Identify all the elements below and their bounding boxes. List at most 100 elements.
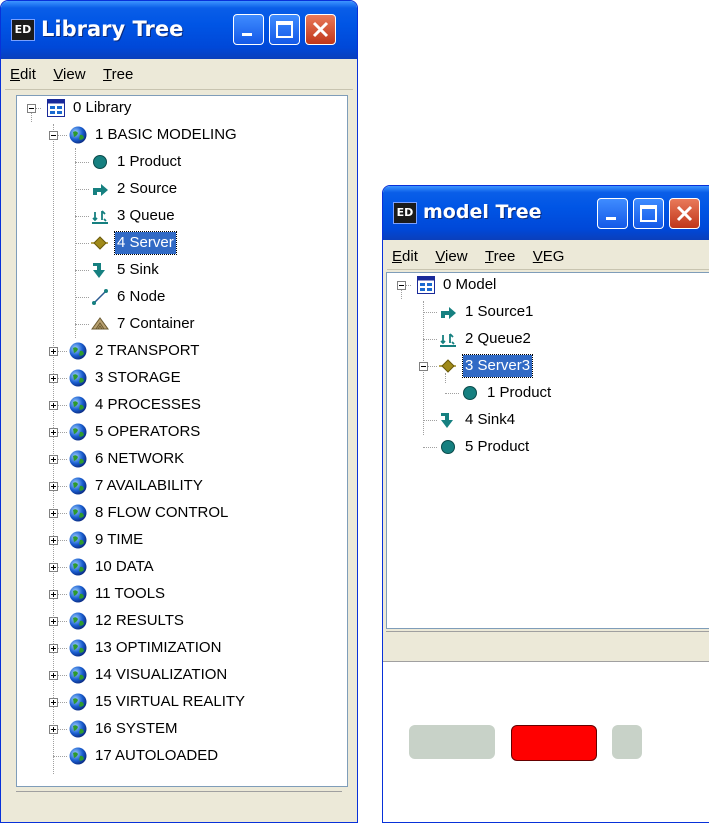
globe-icon bbox=[69, 126, 87, 144]
tree-connector-line bbox=[75, 297, 89, 298]
source-icon bbox=[91, 180, 109, 198]
globe-icon bbox=[69, 423, 87, 441]
expand-expander[interactable] bbox=[49, 671, 58, 680]
tree-node-label: 1 Product bbox=[487, 384, 552, 401]
tree-node-label: 11 TOOLS bbox=[95, 585, 166, 602]
tree-node-label: 0 Model bbox=[443, 276, 497, 293]
expand-expander[interactable] bbox=[49, 455, 58, 464]
menu-bar: Edit View Tree bbox=[5, 61, 353, 90]
tree-node-label: 4 Server bbox=[114, 231, 177, 255]
expand-expander[interactable] bbox=[49, 374, 58, 383]
model-preview-canvas[interactable] bbox=[383, 661, 709, 822]
expand-expander[interactable] bbox=[49, 617, 58, 626]
product-icon bbox=[461, 384, 479, 402]
queue-icon bbox=[439, 330, 457, 348]
tree-node-label: 14 VISUALIZATION bbox=[95, 666, 228, 683]
tree-node-label: 3 Server3 bbox=[461, 354, 534, 378]
collapse-expander[interactable] bbox=[419, 362, 428, 371]
minimize-icon bbox=[606, 217, 616, 220]
globe-icon bbox=[69, 477, 87, 495]
close-icon bbox=[676, 205, 693, 222]
tree-node-label: 9 TIME bbox=[95, 531, 144, 548]
tree-node-label: 17 AUTOLOADED bbox=[95, 747, 219, 764]
app-icon[interactable]: ED bbox=[393, 202, 417, 224]
container-icon bbox=[91, 315, 109, 333]
maximize-button[interactable] bbox=[633, 198, 664, 229]
globe-icon bbox=[69, 396, 87, 414]
tree-connector-line bbox=[75, 216, 89, 217]
tree-node-label: 1 Product bbox=[117, 153, 182, 170]
minimize-icon bbox=[242, 33, 252, 36]
tree-node-label: 8 FLOW CONTROL bbox=[95, 504, 229, 521]
maximize-button[interactable] bbox=[269, 14, 300, 45]
tree-connector-line bbox=[423, 420, 437, 421]
tree-node-label: 13 OPTIMIZATION bbox=[95, 639, 222, 656]
tree-connector-line bbox=[423, 339, 437, 340]
server-icon bbox=[91, 234, 109, 252]
close-button[interactable] bbox=[305, 14, 336, 45]
expand-expander[interactable] bbox=[49, 644, 58, 653]
model-tree-view[interactable]: 0 Model 1 Source1 2 Queue2 3 Server3 1 Produ… bbox=[386, 272, 709, 629]
globe-icon bbox=[69, 612, 87, 630]
preview-block-gray-partial[interactable] bbox=[612, 725, 642, 759]
globe-icon bbox=[69, 369, 87, 387]
menu-view[interactable]: View bbox=[48, 61, 93, 83]
globe-icon bbox=[69, 558, 87, 576]
tree-node-label: 5 OPERATORS bbox=[95, 423, 201, 440]
collapse-library-expander[interactable] bbox=[27, 104, 36, 113]
expand-expander[interactable] bbox=[49, 725, 58, 734]
tree-node-label: 6 Node bbox=[117, 288, 166, 305]
close-button[interactable] bbox=[669, 198, 700, 229]
node-icon bbox=[91, 288, 109, 306]
expand-expander[interactable] bbox=[49, 509, 58, 518]
tree-connector-line bbox=[423, 447, 437, 448]
menu-edit[interactable]: Edit bbox=[387, 243, 426, 265]
sink-icon bbox=[439, 411, 457, 429]
minimize-button[interactable] bbox=[597, 198, 628, 229]
expand-expander[interactable] bbox=[49, 347, 58, 356]
preview-block-gray[interactable] bbox=[409, 725, 495, 759]
library-icon bbox=[417, 276, 435, 294]
expand-expander[interactable] bbox=[49, 536, 58, 545]
menu-veg[interactable]: VEG bbox=[528, 243, 573, 265]
menu-bar: Edit View Tree VEG bbox=[387, 243, 709, 270]
tree-connector-line bbox=[53, 756, 67, 757]
app-icon[interactable]: ED bbox=[11, 19, 35, 41]
library-icon bbox=[47, 99, 65, 117]
globe-icon bbox=[69, 342, 87, 360]
globe-icon bbox=[69, 450, 87, 468]
tree-node-label: 1 BASIC MODELING bbox=[95, 126, 237, 143]
expand-expander[interactable] bbox=[49, 590, 58, 599]
tree-node-label: 7 AVAILABILITY bbox=[95, 477, 203, 494]
expand-expander[interactable] bbox=[49, 482, 58, 491]
tree-node-label: 4 PROCESSES bbox=[95, 396, 201, 413]
globe-icon bbox=[69, 747, 87, 765]
tree-node-label: 4 Sink4 bbox=[465, 411, 516, 428]
status-bar bbox=[386, 631, 709, 660]
menu-edit[interactable]: Edit bbox=[5, 61, 44, 83]
expand-expander[interactable] bbox=[49, 698, 58, 707]
collapse-model-expander[interactable] bbox=[397, 281, 406, 290]
expand-expander[interactable] bbox=[49, 563, 58, 572]
tree-node-label: 3 STORAGE bbox=[95, 369, 181, 386]
menu-tree[interactable]: Tree bbox=[480, 243, 523, 265]
menu-view[interactable]: View bbox=[430, 243, 475, 265]
tree-connector-line bbox=[75, 270, 89, 271]
tree-node-label: 5 Sink bbox=[117, 261, 159, 278]
title-bar[interactable]: ED model Tree bbox=[383, 186, 709, 240]
globe-icon bbox=[69, 639, 87, 657]
tree-connector-line bbox=[75, 189, 89, 190]
expand-expander[interactable] bbox=[49, 428, 58, 437]
globe-icon bbox=[69, 693, 87, 711]
library-tree-view[interactable]: 0 Library 1 BASIC MODELING 1 Product 2 Sour… bbox=[16, 95, 348, 787]
tree-node-label: 2 TRANSPORT bbox=[95, 342, 200, 359]
expand-expander[interactable] bbox=[49, 401, 58, 410]
tree-node-label: 1 Source1 bbox=[465, 303, 534, 320]
preview-block-red[interactable] bbox=[511, 725, 597, 761]
collapse-expander[interactable] bbox=[49, 131, 58, 140]
tree-node-label: 2 Source bbox=[117, 180, 178, 197]
menu-tree[interactable]: Tree bbox=[98, 61, 141, 83]
tree-node-label: 10 DATA bbox=[95, 558, 154, 575]
title-bar[interactable]: ED Library Tree bbox=[1, 1, 357, 59]
minimize-button[interactable] bbox=[233, 14, 264, 45]
